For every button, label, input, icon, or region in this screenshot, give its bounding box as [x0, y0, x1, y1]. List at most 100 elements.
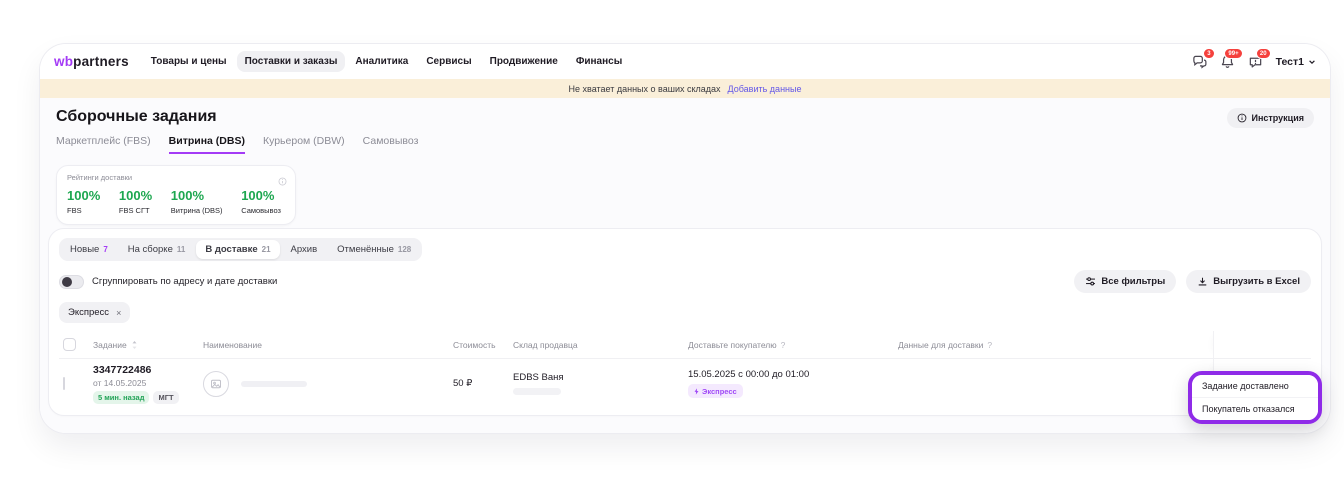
notifications-bell-icon[interactable]: 99+ [1220, 54, 1235, 69]
rating-dbs-value: 100% [171, 188, 223, 203]
group-by-address-toggle[interactable] [59, 275, 84, 289]
tab-pickup[interactable]: Самовывоз [363, 135, 419, 154]
status-pill-in-delivery[interactable]: В доставке21 [196, 240, 279, 259]
blurred-warehouse-detail [513, 388, 561, 395]
warehouse-warning-banner: Не хватает данных о ваших складах Добави… [40, 79, 1330, 98]
ratings-info-icon[interactable] [278, 173, 287, 191]
nav-item-promotion[interactable]: Продвижение [482, 51, 566, 72]
status-filter-pills: Новые7 На сборке11 В доставке21 Архив От… [59, 238, 422, 261]
tab-marketplace-fbs[interactable]: Маркетплейс (FBS) [56, 135, 151, 154]
blurred-product-name [241, 381, 307, 387]
banner-text: Не хватает данных о ваших складах [569, 84, 721, 94]
ratings-title: Рейтинги доставки [67, 173, 285, 182]
order-id[interactable]: 3347722486 [93, 364, 203, 376]
group-toggle-label: Сгруппировать по адресу и дате доставки [92, 276, 277, 287]
warehouse-name: EDBS Ваня [513, 372, 688, 383]
rating-fbs-sgt: 100% FBS СГТ [119, 188, 152, 215]
logo-partners: partners [73, 54, 129, 69]
status-pill-assembling[interactable]: На сборке11 [119, 240, 195, 259]
header-deliver-to: Доставьте покупателю? [688, 333, 898, 357]
status-pill-cancelled[interactable]: Отменённые128 [328, 240, 420, 259]
rating-stats: 100% FBS 100% FBS СГТ 100% Витрина (DBS)… [67, 188, 285, 215]
table-header: Задание Наименование Стоимость Склад про… [59, 331, 1311, 359]
nav-item-goods[interactable]: Товары и цены [143, 51, 235, 72]
status-pill-new[interactable]: Новые7 [61, 240, 117, 259]
order-date: от 14.05.2025 [93, 378, 203, 388]
account-name: Тест1 [1276, 56, 1304, 68]
status-pill-new-count: 7 [103, 245, 107, 254]
export-excel-button[interactable]: Выгрузить в Excel [1186, 270, 1311, 293]
delivery-time: 15.05.2025 с 00:00 до 01:00 [688, 369, 898, 380]
instruction-label: Инструкция [1251, 113, 1304, 123]
express-filter-chip[interactable]: Экспресс × [59, 302, 130, 323]
nav-item-services[interactable]: Сервисы [418, 51, 479, 72]
status-pill-assembling-count: 11 [177, 245, 185, 254]
nav-item-supplies-orders[interactable]: Поставки и заказы [237, 51, 346, 72]
chip-close-icon[interactable]: × [116, 308, 121, 318]
rating-pickup-value: 100% [241, 188, 281, 203]
page-title: Сборочные задания [56, 108, 217, 126]
all-filters-button[interactable]: Все фильтры [1074, 270, 1176, 293]
rating-dbs-label: Витрина (DBS) [171, 206, 223, 215]
row-checkbox[interactable] [63, 377, 65, 390]
tab-courier-dbw[interactable]: Курьером (DBW) [263, 135, 345, 154]
toggle-knob [62, 277, 72, 287]
image-icon [210, 378, 222, 390]
controls-row: Сгруппировать по адресу и дате доставки … [59, 270, 1311, 293]
logo-wb: wb [54, 54, 73, 69]
delivery-ratings-card: Рейтинги доставки 100% FBS 100% FBS СГТ … [56, 165, 296, 225]
wbpartners-logo[interactable]: wbpartners [54, 54, 129, 69]
mgt-badge: МГТ [153, 391, 178, 404]
instruction-button[interactable]: Инструкция [1227, 108, 1314, 128]
support-chat-icon[interactable]: 20 [1248, 54, 1263, 69]
active-filters-row: Экспресс × [59, 302, 1311, 323]
product-cell [203, 371, 453, 397]
nav-item-analytics[interactable]: Аналитика [347, 51, 416, 72]
orders-card: Новые7 На сборке11 В доставке21 Архив От… [48, 228, 1322, 416]
rating-pickup-label: Самовывоз [241, 206, 281, 215]
main-menu: Товары и цены Поставки и заказы Аналитик… [143, 51, 630, 72]
status-pill-in-delivery-count: 21 [262, 245, 271, 254]
navbar-right: 3 99+ 20 Тест1 [1192, 54, 1316, 69]
chevron-down-icon [1308, 58, 1316, 66]
order-cell: 3347722486 от 14.05.2025 5 мин. назад МГ… [93, 364, 203, 404]
product-image-placeholder [203, 371, 229, 397]
time-ago-badge: 5 мин. назад [93, 391, 149, 404]
info-icon [1237, 113, 1247, 123]
control-buttons: Все фильтры Выгрузить в Excel [1074, 270, 1311, 293]
rating-fbs-label: FBS [67, 206, 100, 215]
rating-fbs-sgt-value: 100% [119, 188, 152, 203]
status-pill-cancelled-count: 128 [398, 245, 411, 254]
select-all-checkbox[interactable] [63, 338, 76, 351]
menu-item-buyer-refused[interactable]: Покупатель отказался [1192, 397, 1318, 420]
warehouse-cell: EDBS Ваня [513, 372, 688, 395]
screenshot: wbpartners Товары и цены Поставки и зака… [0, 0, 1344, 478]
order-row[interactable]: 3347722486 от 14.05.2025 5 мин. назад МГ… [59, 359, 1311, 408]
notifications-badge: 99+ [1224, 48, 1242, 59]
tab-vitrina-dbs[interactable]: Витрина (DBS) [169, 135, 245, 154]
menu-item-task-delivered[interactable]: Задание доставлено [1192, 375, 1318, 397]
price-cell: 50 ₽ [453, 378, 513, 389]
rating-fbs: 100% FBS [67, 188, 100, 215]
express-badge: Экспресс [688, 384, 743, 398]
account-menu[interactable]: Тест1 [1276, 56, 1316, 68]
header-actions [1213, 331, 1311, 358]
header-name: Наименование [203, 333, 453, 357]
top-navbar: wbpartners Товары и цены Поставки и зака… [40, 44, 1330, 79]
header-order[interactable]: Задание [93, 333, 203, 357]
status-pill-archive[interactable]: Архив [282, 240, 327, 259]
row-context-menu: Задание доставлено Покупатель отказался [1188, 371, 1322, 424]
help-icon[interactable]: ? [987, 340, 992, 350]
rating-pickup: 100% Самовывоз [241, 188, 281, 215]
help-icon[interactable]: ? [781, 340, 786, 350]
rating-dbs: 100% Витрина (DBS) [171, 188, 223, 215]
delivery-type-tabs: Маркетплейс (FBS) Витрина (DBS) Курьером… [56, 135, 1314, 154]
nav-item-finance[interactable]: Финансы [568, 51, 630, 72]
support-badge: 20 [1256, 48, 1271, 59]
sort-icon [131, 341, 138, 349]
add-data-link[interactable]: Добавить данные [728, 84, 802, 94]
app-window: wbpartners Товары и цены Поставки и зака… [40, 44, 1330, 433]
chats-badge: 3 [1203, 48, 1214, 59]
download-icon [1197, 276, 1208, 287]
chats-icon[interactable]: 3 [1192, 54, 1207, 69]
